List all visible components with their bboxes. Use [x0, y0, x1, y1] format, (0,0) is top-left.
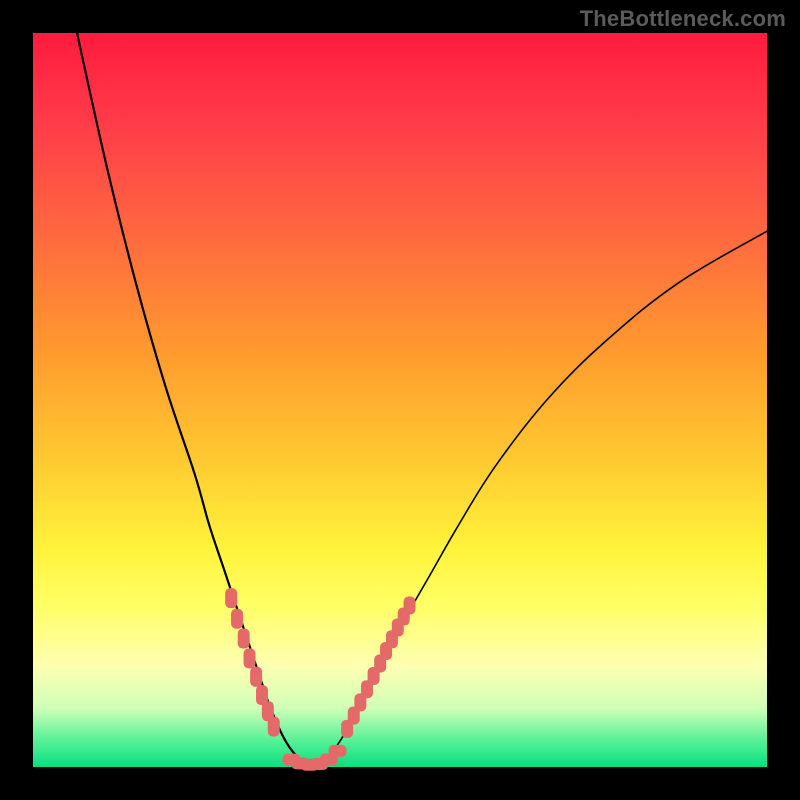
chart-stage: TheBottleneck.com [0, 0, 800, 800]
marker-dot [268, 717, 280, 737]
watermark-text: TheBottleneck.com [580, 6, 786, 32]
curve-left [77, 33, 312, 766]
markers-right-group [341, 597, 415, 738]
curve-right [312, 231, 767, 765]
markers-left-group [225, 588, 280, 736]
plot-area [33, 33, 767, 767]
marker-dot [244, 648, 256, 668]
marker-dot [225, 588, 237, 608]
marker-dot [238, 629, 250, 649]
curve-svg [33, 33, 767, 767]
marker-dot [250, 667, 262, 687]
marker-dot [404, 597, 416, 615]
marker-dot [231, 609, 243, 629]
markers-bottom-group [282, 745, 346, 771]
marker-dot [329, 745, 347, 757]
